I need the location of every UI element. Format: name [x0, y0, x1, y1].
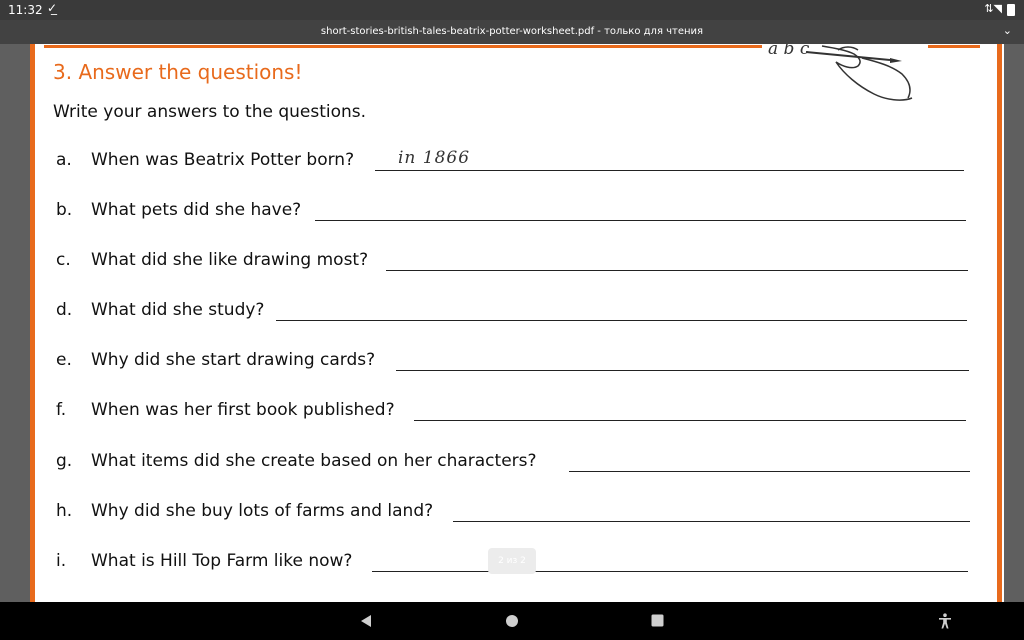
home-circle-icon[interactable] — [505, 614, 519, 628]
status-bar: 11:32 ✓̲ ⇅◥ — [0, 0, 1024, 20]
navigation-bar — [0, 602, 1024, 640]
battery-icon — [1007, 4, 1015, 16]
question-letter: a. — [56, 150, 72, 170]
question-text: When was Beatrix Potter born? — [91, 150, 355, 170]
question-row: e. Why did she start drawing cards? — [30, 348, 1004, 374]
answer-line[interactable] — [276, 320, 967, 321]
question-text: Why did she start drawing cards? — [91, 350, 376, 370]
section-title: 3. Answer the questions! — [53, 60, 303, 84]
answer-line[interactable] — [569, 471, 970, 472]
question-text: Why did she buy lots of farms and land? — [91, 501, 434, 521]
back-triangle-icon[interactable] — [359, 614, 373, 628]
wifi-icon: ⇅◥ — [984, 2, 1002, 15]
accessibility-icon[interactable] — [938, 613, 952, 629]
chevron-down-icon[interactable]: ⌄ — [1003, 24, 1012, 37]
question-text: What did she study? — [91, 300, 265, 320]
download-done-icon: ✓̲ — [47, 1, 58, 15]
answer-line[interactable] — [414, 420, 966, 421]
question-letter: h. — [56, 501, 73, 521]
question-row: g. What items did she create based on he… — [30, 449, 1004, 475]
question-row: f. When was her first book published? — [30, 398, 1004, 424]
page-border-top — [44, 45, 762, 48]
question-text: What did she like drawing most? — [91, 250, 369, 270]
question-letter: c. — [56, 250, 71, 270]
answer-line[interactable] — [396, 370, 969, 371]
answer-line[interactable] — [375, 170, 964, 171]
question-letter: g. — [56, 451, 73, 471]
answer-line[interactable] — [315, 220, 966, 221]
question-letter: e. — [56, 350, 72, 370]
question-text: What pets did she have? — [91, 200, 302, 220]
question-row: c. What did she like drawing most? — [30, 248, 1004, 274]
pdf-page[interactable]: a b c 3. Answer the questions! Write you… — [30, 44, 1004, 602]
question-row: a. When was Beatrix Potter born? in 1866 — [30, 148, 1004, 174]
status-time: 11:32 — [8, 3, 43, 17]
recents-square-icon[interactable] — [651, 614, 664, 627]
question-letter: b. — [56, 200, 73, 220]
answer-line[interactable] — [386, 270, 968, 271]
question-letter: d. — [56, 300, 73, 320]
answer-line[interactable] — [453, 521, 970, 522]
question-text: What is Hill Top Farm like now? — [91, 551, 353, 571]
answer-text: in 1866 — [398, 148, 471, 168]
illustration-text: a b c — [768, 44, 810, 59]
question-row: d. What did she study? — [30, 298, 1004, 324]
document-title-bar[interactable]: short-stories-british-tales-beatrix-pott… — [0, 20, 1024, 44]
question-row: h. Why did she buy lots of farms and lan… — [30, 499, 1004, 525]
question-text: When was her first book published? — [91, 400, 395, 420]
instruction-text: Write your answers to the questions. — [53, 102, 367, 122]
document-title: short-stories-british-tales-beatrix-pott… — [320, 26, 704, 37]
question-letter: i. — [56, 551, 67, 571]
question-text: What items did she create based on her c… — [91, 451, 537, 471]
writing-hand-illustration: a b c — [768, 44, 913, 101]
answer-line[interactable] — [372, 571, 968, 572]
question-row: b. What pets did she have? — [30, 198, 1004, 224]
page-indicator: 2 из 2 — [488, 548, 536, 574]
question-letter: f. — [56, 400, 67, 420]
